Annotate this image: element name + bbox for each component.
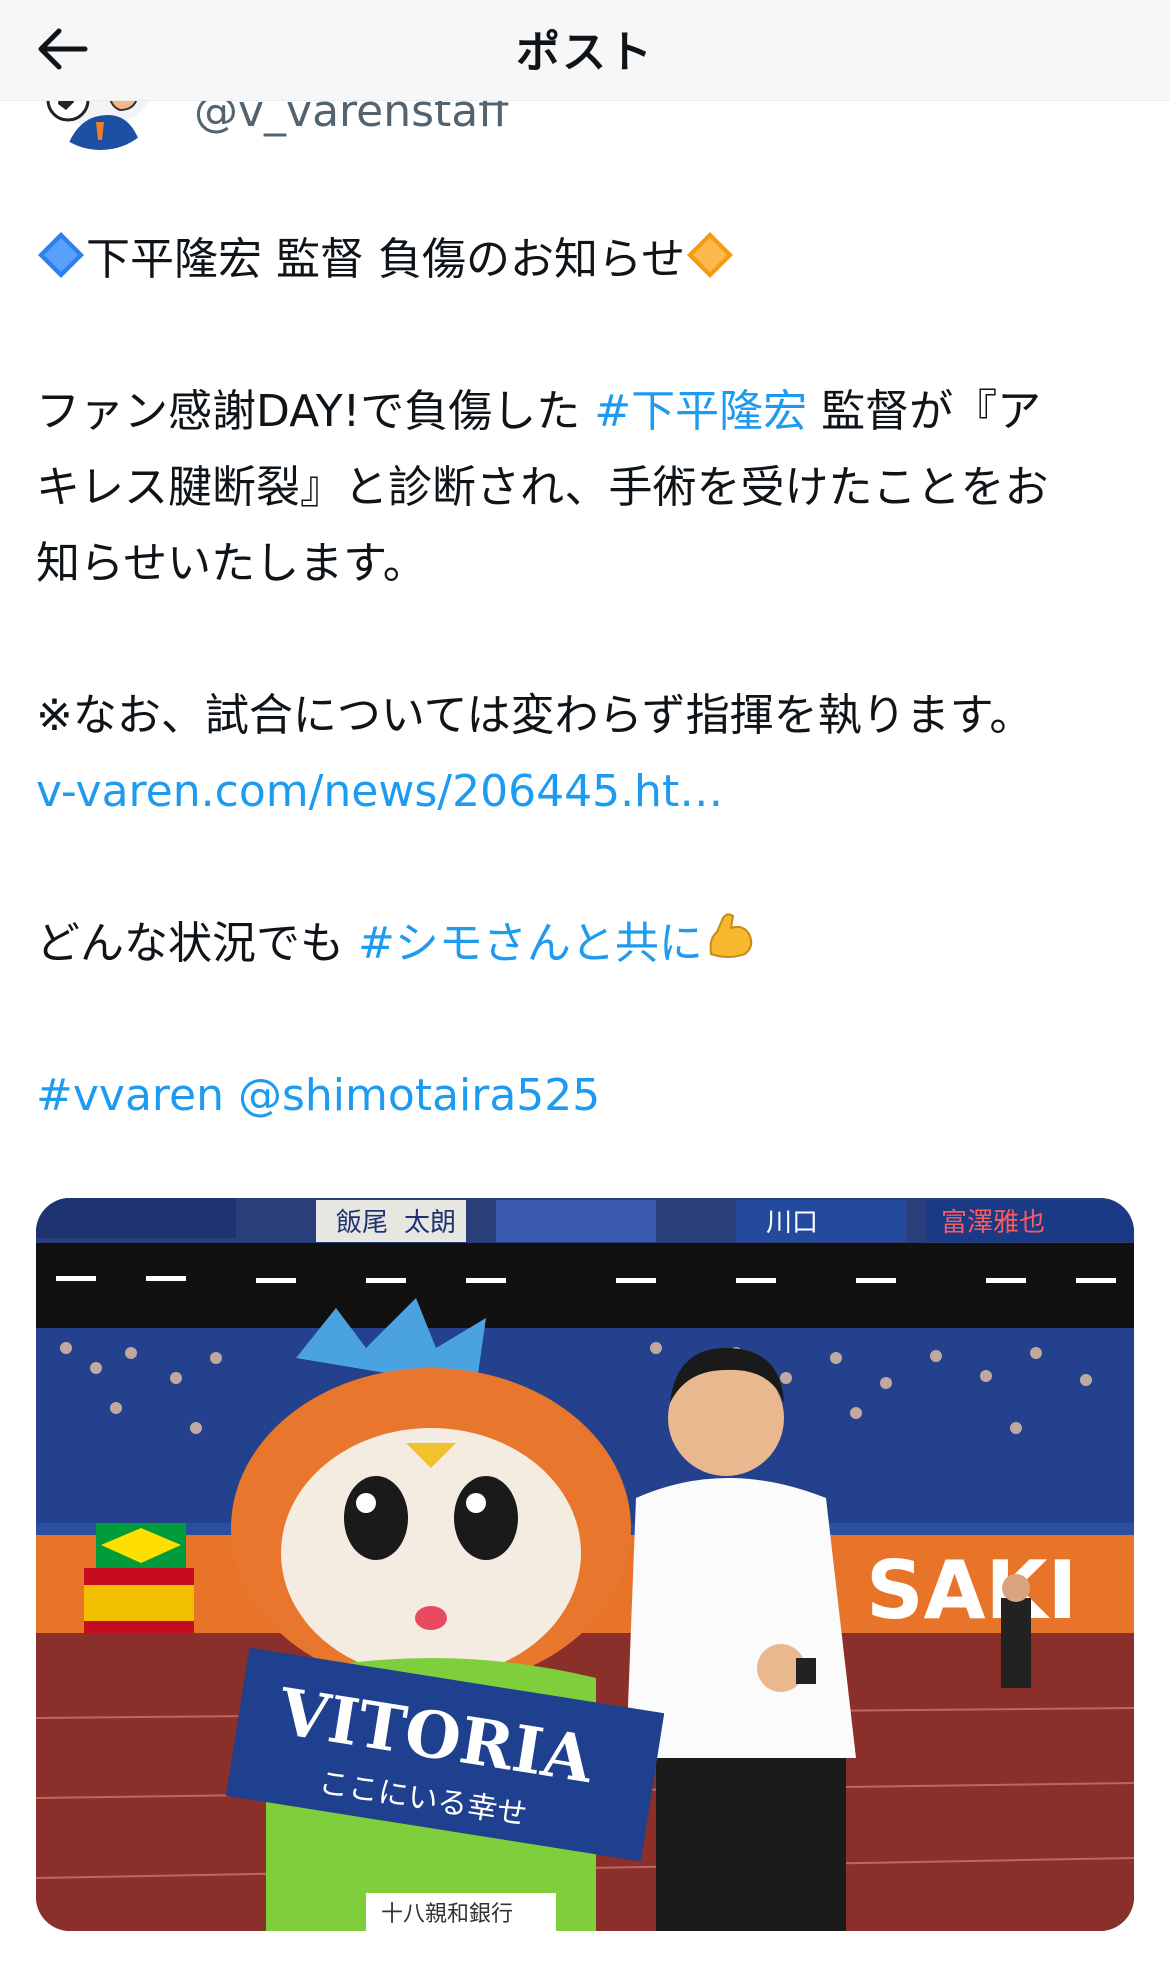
hashtag-link[interactable]: #シモさんと共に (358, 918, 703, 969)
paragraph-1-line-3: 知らせいたします。 (36, 538, 427, 589)
tags-line: #vvaren @shimotaira525 (36, 1058, 1146, 1134)
paragraph-3-line: どんな状況でも #シモさんと共に (36, 906, 1146, 982)
hashtag-link[interactable]: #vvaren (36, 1070, 224, 1121)
board-text: SAKI (866, 1544, 1077, 1637)
banner-text: 川口 (766, 1208, 818, 1238)
text-segment: ファン感謝DAY!で負傷した (36, 386, 595, 437)
banner-text: 太朗 (404, 1208, 456, 1238)
news-url-link[interactable]: v-varen.com/news/206445.ht… (36, 766, 723, 817)
mention-link[interactable]: @shimotaira525 (238, 1070, 600, 1121)
orange-diamond-icon (685, 228, 735, 304)
top-nav-bar: ポスト (0, 0, 1170, 101)
text-segment: 監督が『ア (807, 386, 1042, 437)
text-segment: どんな状況でも (36, 918, 358, 969)
hashtag-link[interactable]: #下平隆宏 (594, 386, 807, 437)
tweet-body: 下平隆宏 監督 負傷のお知らせ ファン感謝DAY!で負傷した #下平隆宏 監督が… (36, 222, 1146, 1134)
blue-diamond-icon (36, 228, 86, 304)
paragraph-2-line-1: ※なお、試合については変わらず指揮を執ります。 (36, 690, 1034, 741)
sponsor-text: 十八親和銀行 (381, 1902, 513, 1927)
tweet-title-text: 下平隆宏 監督 負傷のお知らせ (86, 234, 686, 285)
flexed-biceps-icon (703, 908, 759, 988)
tweet-title-line: 下平隆宏 監督 負傷のお知らせ (36, 222, 1146, 298)
tweet-photo[interactable]: 飯尾 太朗 川口 富澤雅也 SAKI VITORIA ここにいる幸せ 十八親和銀… (36, 1198, 1134, 1931)
paragraph-1-line-1: ファン感謝DAY!で負傷した #下平隆宏 監督が『ア (36, 374, 1146, 450)
paragraph-1-line-2: キレス腱断裂』と診断され、手術を受けたことをお (36, 462, 1049, 513)
page-title: ポスト (516, 27, 654, 78)
banner-text: 飯尾 (336, 1208, 388, 1238)
banner-text: 富澤雅也 (941, 1208, 1045, 1238)
stadium-photo-image: 飯尾 太朗 川口 富澤雅也 SAKI VITORIA ここにいる幸せ 十八親和銀… (36, 1198, 1134, 1931)
